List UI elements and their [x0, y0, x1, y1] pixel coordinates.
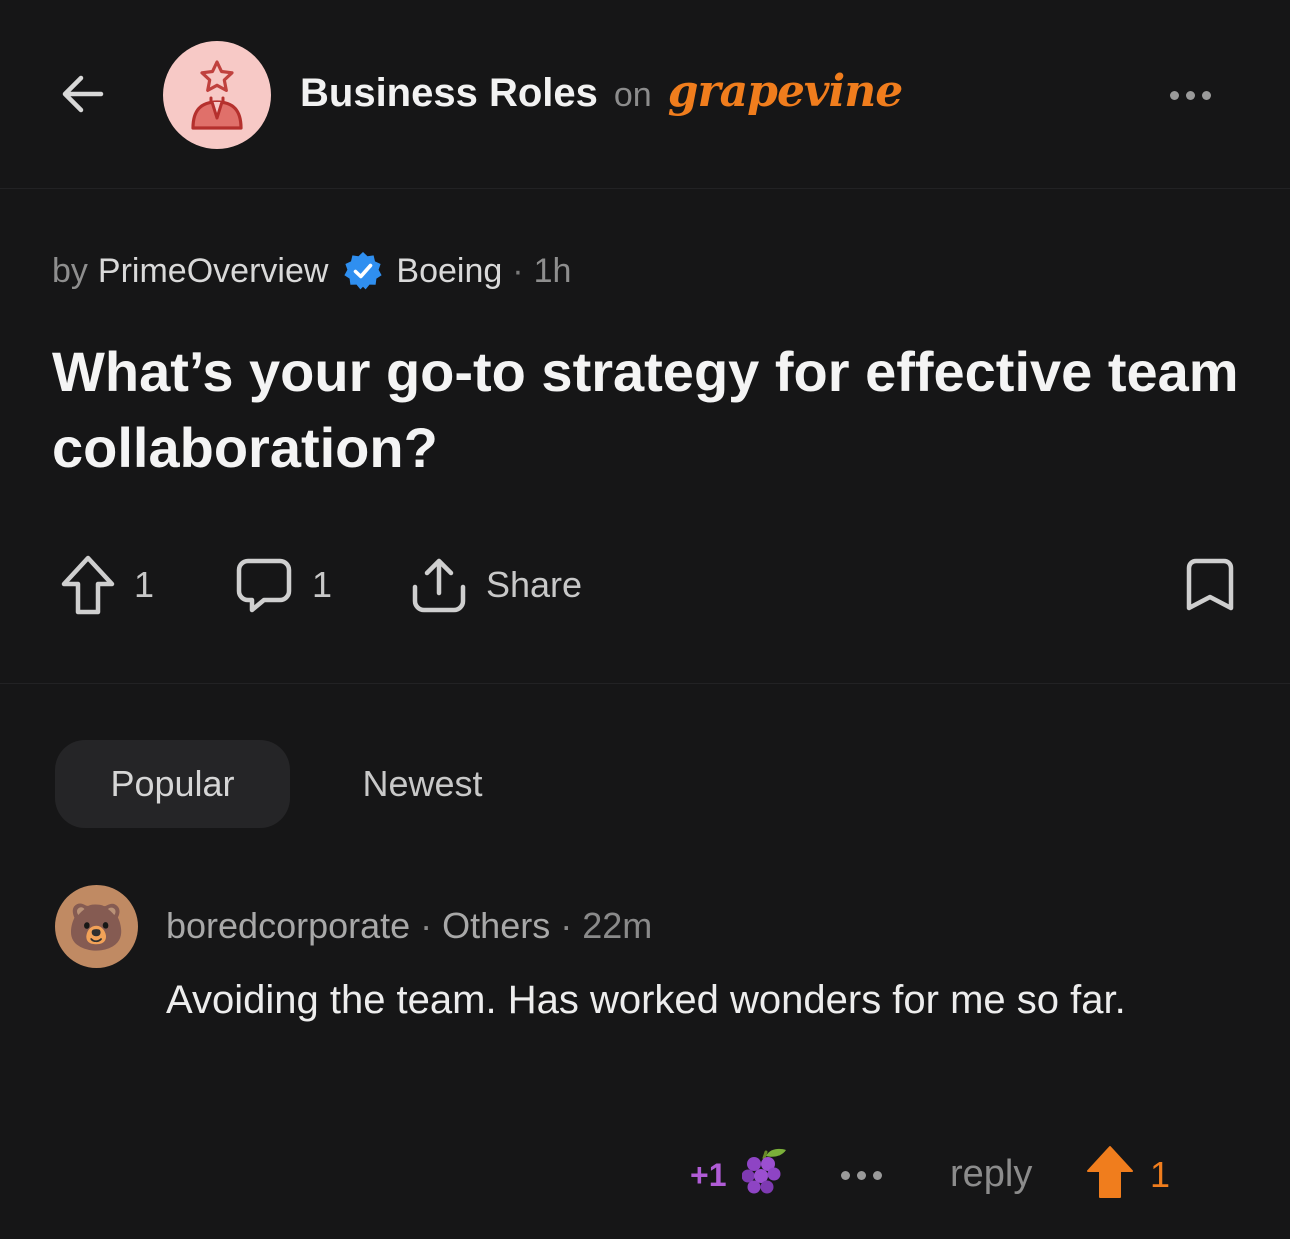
- header-title: Business Roles on grapevine: [300, 66, 903, 122]
- comment-body: Avoiding the team. Has worked wonders fo…: [166, 978, 1126, 1022]
- post-company[interactable]: Boeing: [396, 252, 502, 291]
- post-title: What’s your go-to strategy for effective…: [52, 340, 1239, 479]
- header-bar: Business Roles on grapevine: [0, 0, 1290, 189]
- meta-separator: ·: [560, 905, 573, 946]
- comment-username[interactable]: boredcorporate: [166, 905, 410, 947]
- comment-meta: boredcorporate · Others · 22m: [166, 902, 652, 950]
- share-upload-icon: [412, 558, 466, 613]
- comment-button[interactable]: 1: [234, 554, 332, 616]
- more-dot: [1185, 90, 1195, 100]
- bookmark-icon: [1186, 558, 1234, 611]
- post-actions: 1 1 Share: [0, 540, 1290, 630]
- upvote-button[interactable]: 1: [60, 554, 154, 616]
- share-label: Share: [486, 564, 583, 605]
- more-dot: [1169, 90, 1179, 100]
- grape-count: +1: [690, 1156, 727, 1193]
- post-time: 1h: [533, 251, 572, 290]
- community-avatar[interactable]: [163, 41, 271, 149]
- more-dot: [856, 1170, 866, 1180]
- post-detail-screen: Business Roles on grapevine by PrimeOver…: [0, 0, 1290, 1239]
- comment-upvote-icon[interactable]: [1086, 1144, 1134, 1205]
- comment-group: Others: [442, 905, 551, 946]
- section-divider: [0, 683, 1290, 684]
- by-label: by: [52, 251, 88, 290]
- meta-separator: ·: [512, 251, 524, 290]
- reply-button[interactable]: reply: [950, 1148, 1032, 1200]
- comment-count: 1: [312, 564, 333, 605]
- back-button[interactable]: [52, 64, 112, 124]
- grape-reaction-icon[interactable]: [741, 1146, 788, 1201]
- upvote-arrow-icon: [61, 555, 115, 615]
- arrow-left-icon: [62, 75, 104, 113]
- verified-badge-icon: [342, 250, 384, 292]
- post-meta: by PrimeOverview Boeing · 1h: [52, 248, 571, 294]
- comment-time: 22m: [582, 905, 653, 946]
- tab-popular[interactable]: Popular: [55, 740, 290, 828]
- comment-upvote-count: 1: [1150, 1154, 1171, 1195]
- comment-more-button[interactable]: [832, 1162, 890, 1188]
- more-dot: [840, 1170, 850, 1180]
- meta-separator: ·: [420, 905, 433, 946]
- bear-emoji-icon: 🐻: [67, 900, 126, 953]
- more-dot: [1201, 90, 1211, 100]
- more-dot: [872, 1170, 882, 1180]
- bookmark-button[interactable]: [1184, 554, 1236, 616]
- on-label: on: [613, 76, 652, 114]
- comment-actions: +1 reply 1: [0, 1140, 1290, 1210]
- business-person-star-icon: [191, 60, 243, 130]
- share-button[interactable]: Share: [410, 554, 582, 616]
- upvote-count: 1: [134, 564, 155, 605]
- comment-bubble-icon: [236, 558, 292, 613]
- brand-logo: grapevine: [667, 66, 903, 117]
- post-author[interactable]: PrimeOverview: [98, 252, 328, 291]
- community-name[interactable]: Business Roles: [300, 71, 598, 116]
- more-options-button[interactable]: [1160, 78, 1220, 112]
- commenter-avatar[interactable]: 🐻: [55, 885, 138, 968]
- tab-newest[interactable]: Newest: [330, 740, 515, 828]
